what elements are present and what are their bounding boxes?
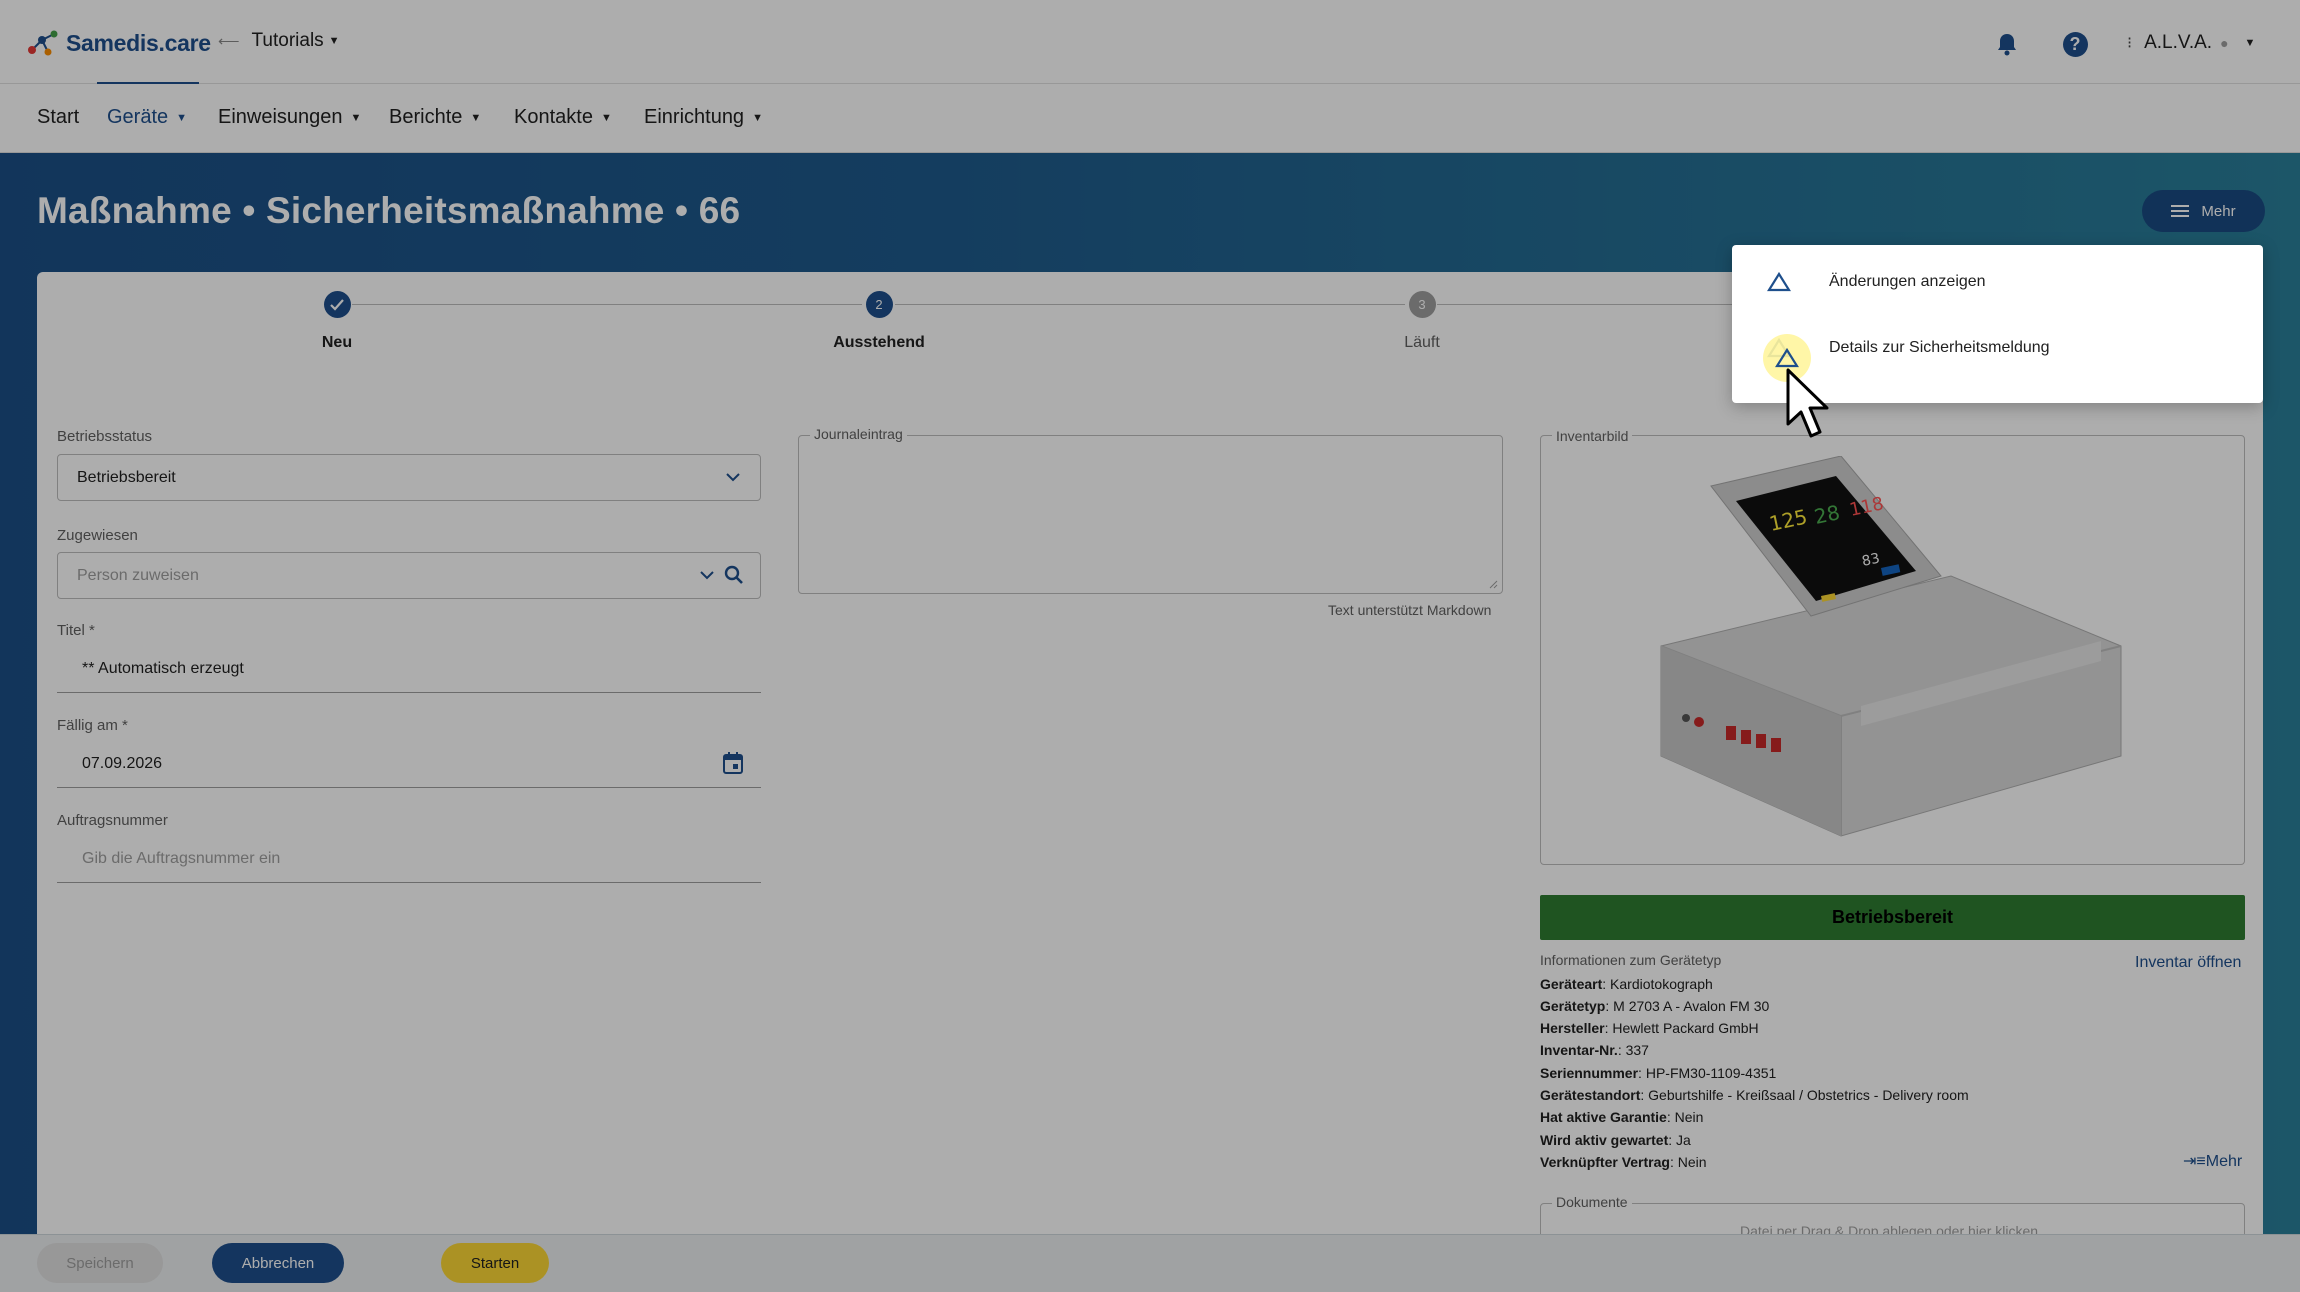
menu-item-label: Details zur Sicherheitsmeldung	[1829, 339, 2050, 356]
menu-item-show-changes[interactable]: Änderungen anzeigen	[1732, 252, 2263, 312]
warning-triangle-icon	[1775, 347, 1799, 368]
warning-triangle-icon	[1767, 271, 1791, 292]
modal-backdrop[interactable]	[0, 0, 2300, 1292]
menu-item-label: Änderungen anzeigen	[1829, 273, 1986, 290]
mouse-cursor-icon	[1786, 368, 1829, 438]
